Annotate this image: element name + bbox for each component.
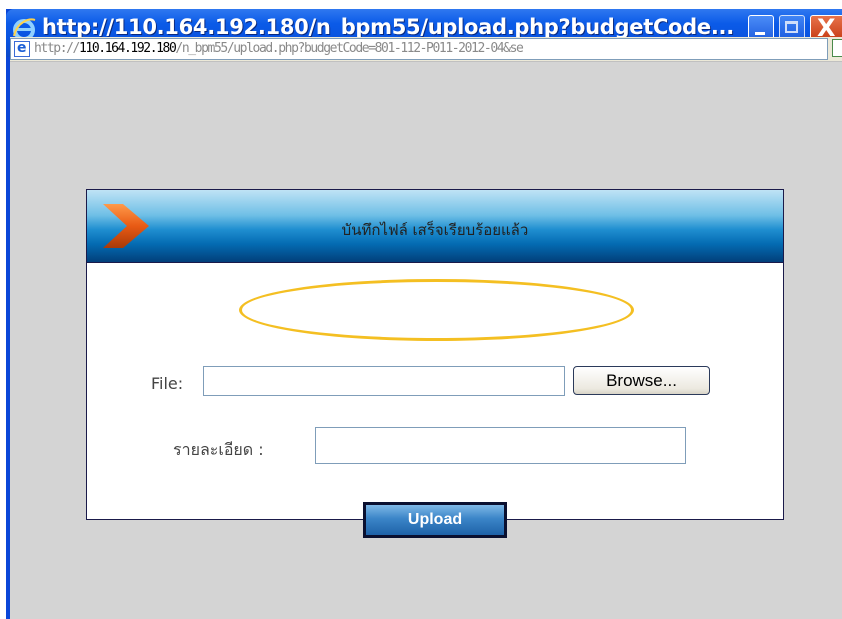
success-message: บันทึกไฟล์ เสร็จเรียบร้อยแล้ว [341,221,529,239]
maximize-icon [785,21,798,33]
minimize-icon [755,32,765,35]
address-bar: http://110.164.192.180/n_bpm55/upload.ph… [10,37,842,61]
browse-button[interactable]: Browse... [573,366,710,395]
url-path: /n_bpm55/upload.php?budgetCode=801-112-P… [175,41,523,56]
address-field[interactable]: http://110.164.192.180/n_bpm55/upload.ph… [10,38,828,60]
file-input[interactable] [203,366,565,396]
success-highlight [239,279,634,341]
window-title: http://110.164.192.180/n_bpm55/upload.ph… [42,15,734,39]
detail-input[interactable] [315,427,686,464]
file-label: File: [151,374,184,393]
url-prefix: http:// [34,41,80,56]
detail-label: รายละเอียด : [173,440,264,459]
browser-window: http://110.164.192.180/n_bpm55/upload.ph… [6,9,842,619]
upload-dialog: บันทึกไฟล์ เสร็จเรียบร้อยแล้ว File: Brow… [86,189,784,538]
page-icon [14,39,30,58]
upload-button[interactable]: Upload [363,502,507,538]
url-host: 110.164.192.180 [79,41,177,56]
page-content: บันทึกไฟล์ เสร็จเรียบร้อยแล้ว File: Brow… [10,61,842,619]
compatibility-icon[interactable] [832,39,842,57]
